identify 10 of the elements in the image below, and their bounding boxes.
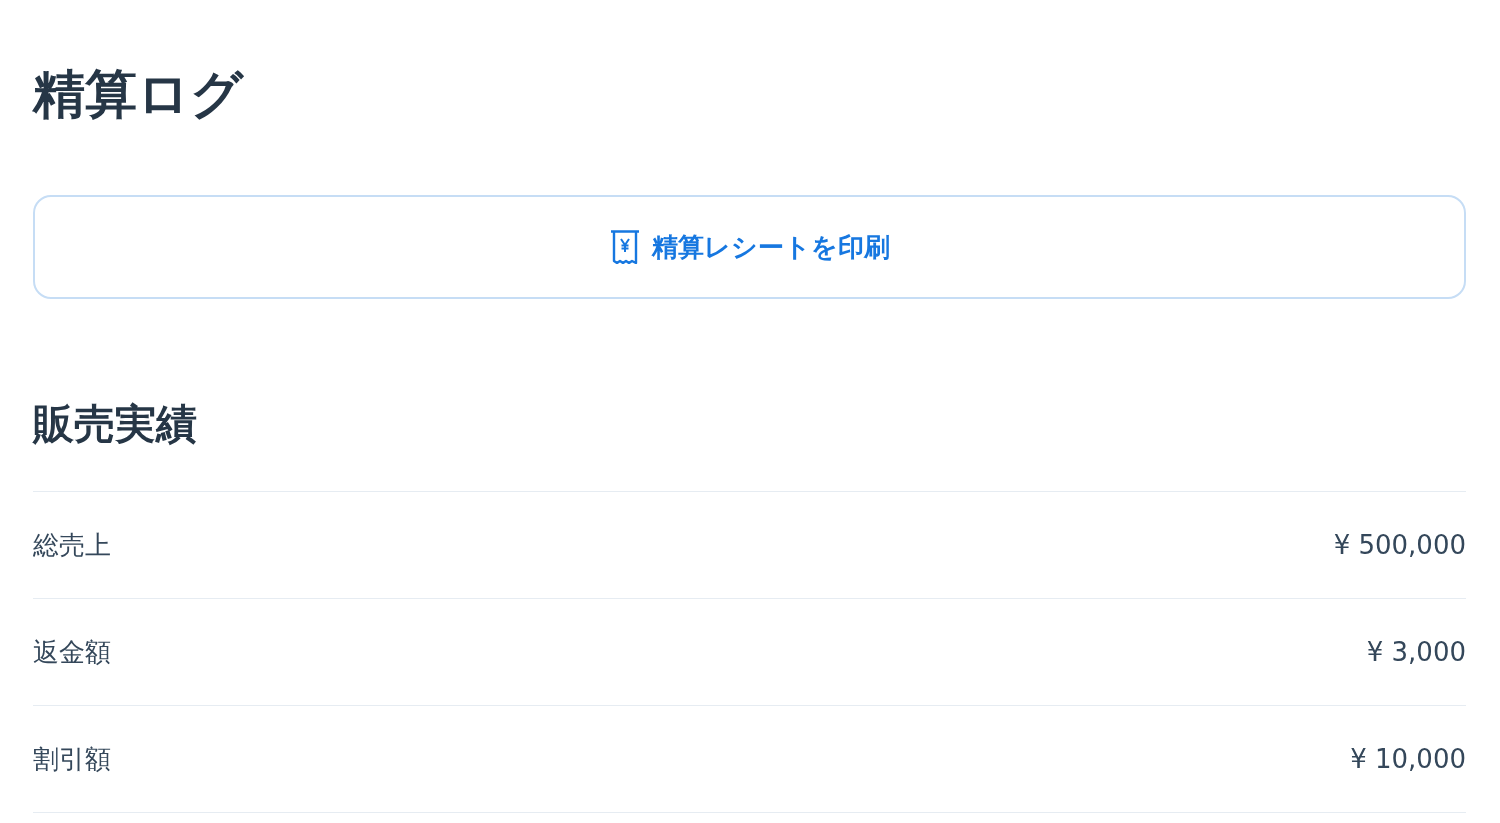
summary-label: 割引額 bbox=[33, 743, 111, 775]
receipt-yen-icon bbox=[609, 230, 640, 264]
summary-amount: ¥ 10,000 bbox=[1350, 743, 1466, 775]
summary-label: 総売上 bbox=[33, 529, 111, 561]
summary-amount: ¥ 500,000 bbox=[1333, 529, 1466, 561]
print-receipt-button[interactable]: 精算レシートを印刷 bbox=[33, 195, 1466, 299]
section-heading: 販売実績 bbox=[33, 399, 198, 449]
summary-label: 返金額 bbox=[33, 636, 111, 668]
page-title: 精算ログ bbox=[33, 63, 245, 126]
summary-amount: ¥ 3,000 bbox=[1366, 636, 1466, 668]
